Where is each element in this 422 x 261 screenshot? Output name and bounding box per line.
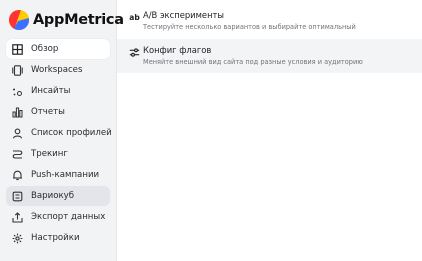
sidebar-item-label: Настройки xyxy=(31,233,80,243)
sidebar-item-profiles[interactable]: Список профилей xyxy=(6,123,112,143)
ab-experiments-item[interactable]: ab A/B эксперименты Тестируйте несколько… xyxy=(117,4,422,38)
main-content: ab A/B эксперименты Тестируйте несколько… xyxy=(117,0,422,261)
profile-icon xyxy=(12,128,23,139)
sidebar-item-push-campaigns[interactable]: Push-кампании xyxy=(6,165,110,185)
sidebar-item-tracking[interactable]: Трекинг xyxy=(6,144,110,164)
sidebar-item-reports[interactable]: Отчеты xyxy=(6,102,110,122)
sidebar: AppMetrica Обзор Workspaces Инсайты Отче… xyxy=(0,0,124,261)
export-icon xyxy=(12,211,23,223)
sidebar-item-overview[interactable]: Обзор xyxy=(6,39,110,59)
tracking-icon xyxy=(12,149,23,160)
flag-config-subtitle: Меняйте внешний вид сайта под разные усл… xyxy=(143,58,363,66)
sidebar-item-label: Трекинг xyxy=(31,149,68,159)
sidebar-item-label: Push-кампании xyxy=(31,170,100,180)
ab-experiments-subtitle: Тестируйте несколько вариантов и выбирай… xyxy=(143,23,356,31)
sidebar-item-label: Отчеты xyxy=(31,107,65,117)
app-name: AppMetrica xyxy=(33,12,124,28)
sidebar-item-label: Список профилей xyxy=(31,128,112,138)
bell-icon xyxy=(12,170,23,181)
sidebar-item-settings[interactable]: Настройки xyxy=(6,228,110,248)
sidebar-item-variocube[interactable]: Вариокуб xyxy=(6,186,110,206)
sidebar-item-label: Экспорт данных xyxy=(31,212,106,222)
gear-icon xyxy=(12,233,23,244)
app-logo[interactable]: AppMetrica xyxy=(9,9,124,31)
ab-experiments-title: A/B эксперименты xyxy=(143,10,225,20)
insights-icon xyxy=(12,86,23,97)
sidebar-item-data-export[interactable]: Экспорт данных xyxy=(6,207,110,227)
sidebar-item-label: Вариокуб xyxy=(31,191,75,201)
sidebar-item-insights[interactable]: Инсайты xyxy=(6,81,110,101)
sidebar-item-label: Workspaces xyxy=(31,65,83,75)
sidebar-item-workspaces[interactable]: Workspaces xyxy=(6,60,110,80)
ab-icon: ab xyxy=(129,13,140,22)
sidebar-item-label: Обзор xyxy=(31,44,59,54)
workspaces-icon xyxy=(12,64,23,76)
variocube-icon xyxy=(12,191,23,202)
reports-icon xyxy=(12,107,23,118)
flag-config-item[interactable]: Конфиг флагов Меняйте внешний вид сайта … xyxy=(117,39,422,73)
appmetrica-logo-icon xyxy=(9,10,29,30)
sidebar-nav: Обзор Workspaces Инсайты Отчеты Список п… xyxy=(6,39,112,249)
grid-icon xyxy=(12,43,23,55)
sliders-icon xyxy=(129,47,140,58)
flag-config-title: Конфиг флагов xyxy=(143,45,212,55)
sidebar-item-label: Инсайты xyxy=(31,86,71,96)
